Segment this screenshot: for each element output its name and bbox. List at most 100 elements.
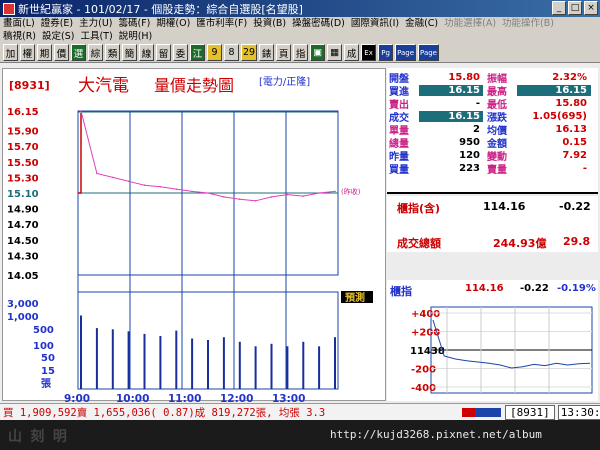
menu-item-8[interactable]: 國際資訊(I) <box>351 18 399 30</box>
toolbar-button-5[interactable]: 綜 <box>88 44 103 61</box>
toolbar-button-12[interactable]: 9 <box>207 44 222 61</box>
menu2-item-0[interactable]: 稿視(R) <box>3 31 36 43</box>
time-tick-label: 13:00 <box>272 393 305 402</box>
toolbar-button-7[interactable]: 簡 <box>122 44 137 61</box>
menu-item-11[interactable]: 功能操作(B) <box>502 18 554 30</box>
menu-item-1[interactable]: 證券(E) <box>41 18 73 30</box>
time-tick-label: 9:00 <box>64 393 90 402</box>
menu-item-5[interactable]: 匯市利率(F) <box>196 18 247 30</box>
price-tick-label: 15.90 <box>7 127 39 138</box>
index-mini-chart[interactable]: 櫃指 114.16 -0.22 -0.19% +400 +200 11438 -200… <box>387 280 598 401</box>
toolbar-button-16[interactable]: 頁 <box>276 44 292 61</box>
quote-value-2: - <box>582 163 587 174</box>
toolbar-button-6[interactable]: 類 <box>105 44 120 61</box>
turnover-extra: 29.8 <box>563 235 591 248</box>
toolbar-button-4[interactable]: 選 <box>71 44 86 61</box>
toolbar-button-21[interactable]: Ex <box>361 44 377 61</box>
menu2-item-2[interactable]: 工具(T) <box>80 31 112 43</box>
toolbar-button-1[interactable]: 權 <box>20 44 35 61</box>
status-code[interactable]: [8931] <box>505 405 555 420</box>
volume-tick-label: 50 <box>41 353 55 364</box>
price-point <box>334 190 336 193</box>
quote-value-2: 7.92 <box>562 150 587 161</box>
time-tick-label: 10:00 <box>116 393 149 402</box>
price-point <box>80 110 82 112</box>
menu-item-7[interactable]: 操盤密碼(D) <box>292 18 345 30</box>
volume-bar <box>207 340 209 389</box>
quote-value: 2 <box>473 124 480 135</box>
menu2-item-3[interactable]: 說明(H) <box>119 31 153 43</box>
trade-summary: 買 1,909,592賣 1,655,036( 0.87)成 819,272張,… <box>3 406 326 419</box>
toolbar-button-24[interactable]: Page <box>418 44 439 61</box>
quote-value: 16.15 <box>419 85 483 96</box>
menu-bar: 畫面(L) 證券(E) 主力(U) 籌碼(F) 期權(O) 匯市利率(F) 投資(B) 操盤密… <box>0 17 600 43</box>
menu-item-0[interactable]: 畫面(L) <box>3 18 35 30</box>
minimize-button[interactable]: _ <box>552 1 566 15</box>
toolbar-button-20[interactable]: 成 <box>344 44 360 61</box>
price-point <box>270 196 273 198</box>
menu2-item-1[interactable]: 設定(S) <box>42 31 74 43</box>
status-bar: 買 1,909,592賣 1,655,036( 0.87)成 819,272張,… <box>0 403 600 420</box>
menu-item-10[interactable]: 功能選擇(A) <box>444 18 496 30</box>
flag-icon <box>462 408 501 417</box>
reference-label: (昨收) <box>341 187 361 196</box>
turnover-value: 244.93億 <box>493 237 547 250</box>
taskbar-ghost-text: 山 刻 明 <box>8 429 67 445</box>
price-tick-label: 15.30 <box>7 173 39 184</box>
toolbar-button-19[interactable]: ▦ <box>327 44 343 61</box>
quote-value-2: 15.80 <box>555 98 587 109</box>
toolbar-button-14[interactable]: 29 <box>241 44 258 61</box>
toolbar-button-13[interactable]: 8 <box>224 44 239 61</box>
chart-category: [電力/正隆] <box>259 75 310 88</box>
menu-item-4[interactable]: 期權(O) <box>156 18 190 30</box>
menu-item-6[interactable]: 投資(B) <box>253 18 286 30</box>
menu-item-3[interactable]: 籌碼(F) <box>119 18 151 30</box>
volume-tick-label: 張 <box>41 378 52 390</box>
toolbar-button-10[interactable]: 委 <box>173 44 188 61</box>
volume-bar <box>302 341 305 389</box>
price-tick-label: 14.50 <box>7 236 39 247</box>
toolbar-button-8[interactable]: 線 <box>139 44 154 61</box>
toolbar-button-23[interactable]: Page <box>395 44 417 61</box>
toolbar-button-2[interactable]: 期 <box>37 44 52 61</box>
price-point <box>143 184 146 186</box>
volume-bar <box>127 331 130 389</box>
volume-tick-label: 100 <box>33 341 54 352</box>
price-tick-label: 16.15 <box>7 107 39 118</box>
quote-value-2: 16.13 <box>555 124 587 135</box>
price-line <box>80 110 336 202</box>
mini-chart-svg: +400+20011438-200-400 <box>410 306 593 394</box>
toolbar-button-15[interactable]: 錶 <box>259 44 275 61</box>
price-point <box>112 176 114 179</box>
index-value: 114.16 <box>483 200 526 213</box>
menu-item-2[interactable]: 主力(U) <box>79 18 112 30</box>
mini-index-line <box>432 319 591 369</box>
quote-value: 16.15 <box>419 111 483 122</box>
toolbar-button-0[interactable]: 加 <box>3 44 18 61</box>
toolbar-button-3[interactable]: 價 <box>54 44 69 61</box>
price-volume-chart[interactable]: [8931] 大汽電 量價走勢圖 [電力/正隆] 16.15 15.90 15.70 15.5… <box>2 68 386 402</box>
toolbar-button-17[interactable]: 指 <box>293 44 309 61</box>
index-panel: 櫃指(含) 114.16 -0.22 成交總額 244.93億 29.8 <box>387 196 598 252</box>
price-point <box>191 190 193 193</box>
toolbar-button-18[interactable]: ▣ <box>310 44 326 61</box>
mini-tick-label: 11438 <box>410 346 445 357</box>
toolbar-button-11[interactable]: 江 <box>190 44 205 61</box>
price-point <box>254 200 257 202</box>
maximize-button[interactable]: □ <box>568 1 582 15</box>
volume-tick-label: 1,000 <box>7 312 39 323</box>
price-point <box>175 188 178 190</box>
price-point <box>239 198 241 200</box>
close-button[interactable]: × <box>584 1 598 15</box>
menu-item-9[interactable]: 金融(C) <box>405 18 438 30</box>
chart-title: 量價走勢圖 <box>154 76 234 95</box>
volume-bar <box>238 341 241 389</box>
volume-tick-label: 500 <box>33 325 54 336</box>
toolbar-button-22[interactable]: Pg <box>378 44 394 61</box>
time-tick-label: 11:00 <box>168 393 201 402</box>
main-area: [8931] 大汽電 量價走勢圖 [電力/正隆] 16.15 15.90 15.70 15.5… <box>0 63 600 403</box>
status-time: 13:30:47 <box>557 405 600 420</box>
turnover-label: 成交總額 <box>397 237 441 250</box>
mini-tick-label: -400 <box>411 383 436 394</box>
toolbar-button-9[interactable]: 留 <box>156 44 171 61</box>
